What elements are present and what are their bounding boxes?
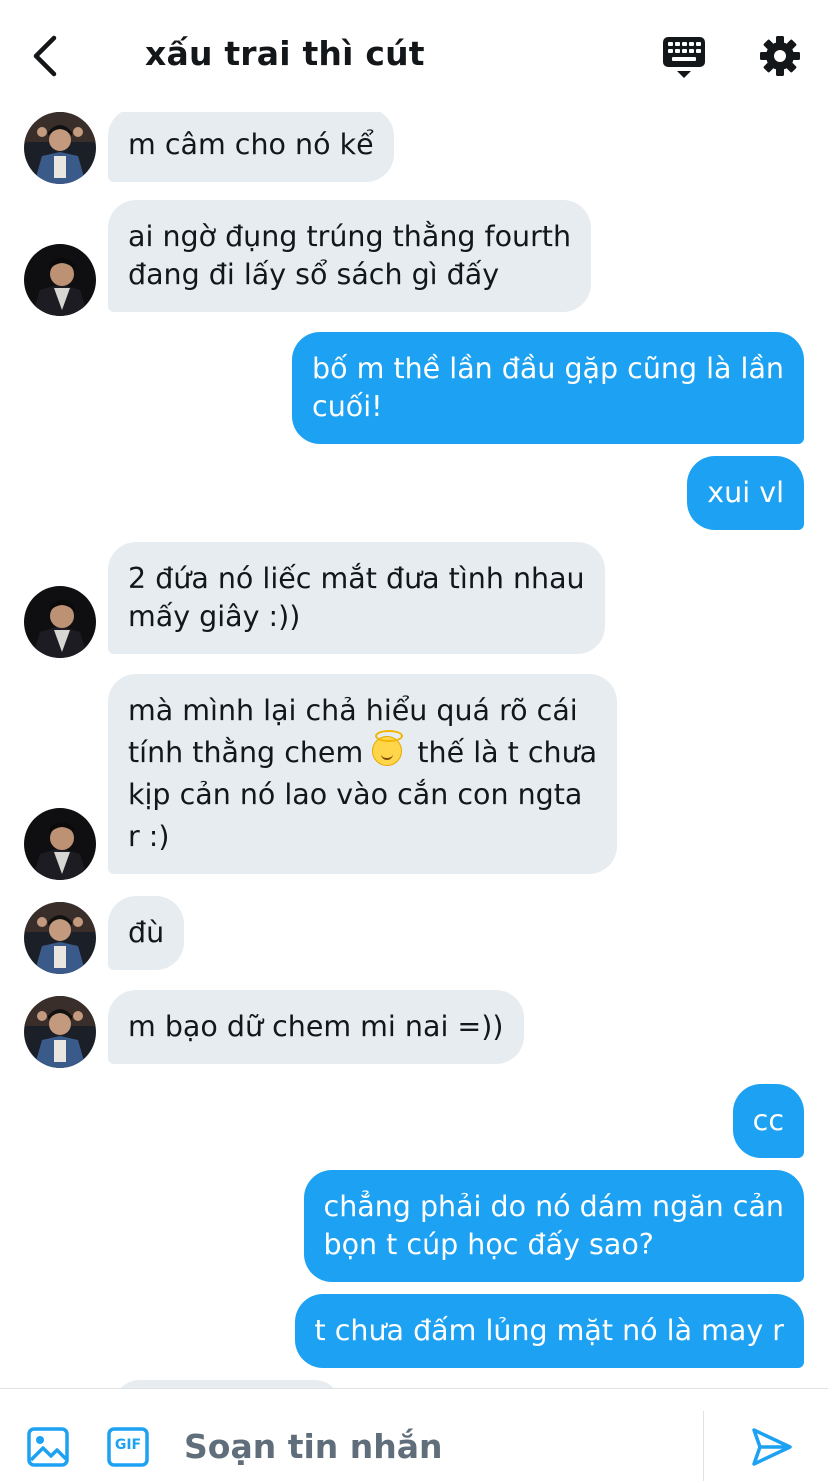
message-text: kịp cản nó lao vào cắn con ngta xyxy=(128,778,583,811)
message-text-line: tính thằng chem thế là t chưa xyxy=(128,730,598,774)
avatar[interactable] xyxy=(24,586,96,658)
divider xyxy=(703,1411,704,1481)
message-bubble-outgoing[interactable]: xui vl xyxy=(687,456,804,530)
add-image-button[interactable] xyxy=(26,1426,70,1468)
message-bubble-incoming[interactable]: m câm cho nó kể xyxy=(108,108,394,182)
message-bubble-incoming[interactable]: m bạo dữ chem mi nai =)) xyxy=(108,990,524,1064)
message-text: tính thằng chem xyxy=(128,736,364,769)
image-icon xyxy=(27,1427,69,1467)
conversation-title: xấu trai thì cút xyxy=(145,34,425,73)
message-bubble-outgoing[interactable]: chẳng phải do nó dám ngăn cản bọn t cúp … xyxy=(303,1170,804,1282)
message-bubble-outgoing[interactable]: bố m thề lần đầu gặp cũng là lần cuối! xyxy=(292,332,804,444)
message-text: t chưa đấm lủng mặt nó là may r xyxy=(314,1314,784,1347)
avatar[interactable] xyxy=(24,902,96,974)
message-text: cuối! xyxy=(312,390,383,423)
message-text: bọn t cúp học đấy sao? xyxy=(323,1228,654,1261)
send-icon xyxy=(752,1428,792,1466)
avatar[interactable] xyxy=(24,112,96,184)
gif-label: GIF xyxy=(114,1437,142,1453)
send-button[interactable] xyxy=(750,1425,794,1469)
message-text: r :) xyxy=(128,820,170,853)
message-text: thế là t chưa xyxy=(417,736,598,769)
message-bubble-outgoing[interactable]: cc xyxy=(732,1084,804,1158)
message-bubble-incoming[interactable]: đù xyxy=(108,896,185,970)
settings-button[interactable] xyxy=(757,33,803,79)
message-text: m bạo dữ chem mi nai =)) xyxy=(128,1010,504,1043)
avatar[interactable] xyxy=(24,996,96,1068)
conversation-header: xấu trai thì cút xyxy=(0,0,828,112)
message-text: m câm cho nó kể xyxy=(128,128,374,161)
chevron-left-icon xyxy=(33,35,57,77)
message-text: xui vl xyxy=(707,476,784,509)
avatar[interactable] xyxy=(24,808,96,880)
message-text: đang đi lấy sổ sách gì đấy xyxy=(128,258,500,291)
message-bubble-incoming-partial xyxy=(112,1380,342,1388)
message-text: ai ngờ đụng trúng thằng fourth xyxy=(128,220,572,253)
message-bubble-incoming[interactable]: mà mình lại chả hiểu quá rõ cái tính thằ… xyxy=(108,674,618,874)
message-bubble-incoming[interactable]: 2 đứa nó liếc mắt đưa tình nhau mấy giây… xyxy=(108,542,605,654)
keyboard-button[interactable] xyxy=(661,34,707,80)
message-text: đù xyxy=(128,916,165,949)
message-bubble-outgoing[interactable]: t chưa đấm lủng mặt nó là may r xyxy=(294,1294,804,1368)
back-button[interactable] xyxy=(26,32,66,80)
message-thread[interactable]: m câm cho nó kể ai ngờ đụng trúng thằng … xyxy=(0,0,828,1388)
message-bubble-incoming[interactable]: ai ngờ đụng trúng thằng fourth đang đi l… xyxy=(108,200,592,312)
add-gif-button[interactable]: GIF xyxy=(106,1426,150,1468)
avatar[interactable] xyxy=(24,244,96,316)
message-text: mấy giây :)) xyxy=(128,600,301,633)
message-input[interactable]: Soạn tin nhắn xyxy=(184,1427,443,1466)
keyboard-icon xyxy=(663,37,705,78)
message-text: chẳng phải do nó dám ngăn cản xyxy=(323,1190,784,1223)
message-text: cc xyxy=(752,1104,784,1137)
gear-icon xyxy=(760,36,800,76)
message-text: 2 đứa nó liếc mắt đưa tình nhau xyxy=(128,562,585,595)
message-text: bố m thề lần đầu gặp cũng là lần xyxy=(312,352,784,385)
message-text: mà mình lại chả hiểu quá rõ cái xyxy=(128,694,578,727)
message-composer: GIF Soạn tin nhắn xyxy=(0,1388,828,1481)
smiling-face-with-halo-icon xyxy=(372,730,404,766)
